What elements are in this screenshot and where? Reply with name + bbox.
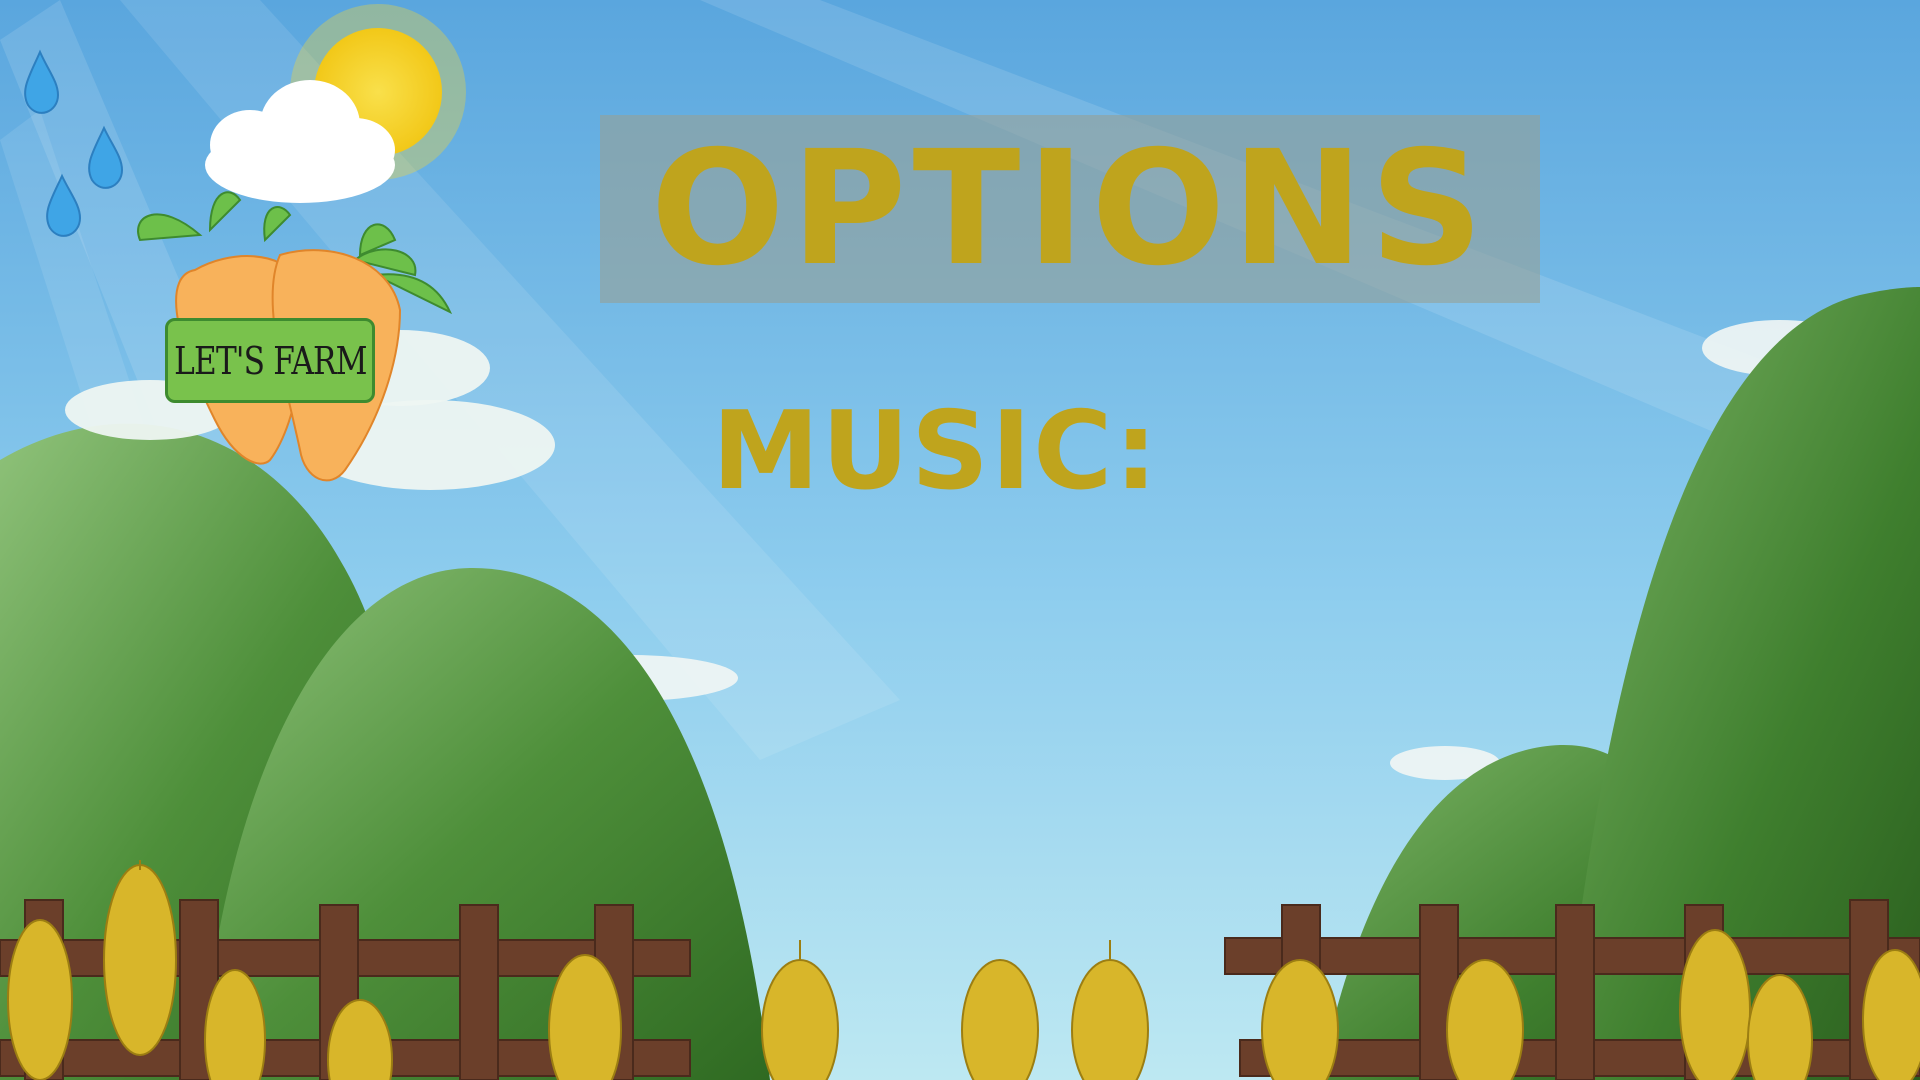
options-title-box: OPTIONS: [600, 115, 1540, 303]
page-title: OPTIONS: [650, 117, 1490, 301]
music-label: MUSIC:: [712, 389, 1160, 514]
game-logo: LET'S FARM: [165, 318, 375, 403]
logo-text: LET'S FARM: [173, 338, 367, 383]
